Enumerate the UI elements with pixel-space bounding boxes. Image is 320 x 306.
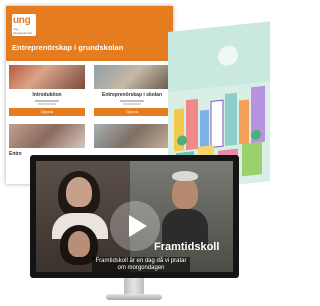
card-thumbnail xyxy=(94,124,170,148)
card-meta-line xyxy=(35,100,59,102)
person-face xyxy=(172,177,198,209)
card-thumbnail xyxy=(9,65,85,89)
monitor-stand-neck xyxy=(124,278,144,295)
video-player[interactable]: Framtidskoll Framtidskoll är en dag då v… xyxy=(36,161,233,272)
person-face xyxy=(66,177,92,207)
person-face xyxy=(68,231,90,257)
card-open-button[interactable]: Öppna xyxy=(94,108,170,116)
card-thumbnail xyxy=(9,124,85,148)
monitor-stand-base xyxy=(106,294,162,300)
course-page-header: ung ung företagsamhet Entreprenörskap i … xyxy=(6,6,173,61)
card-meta-line xyxy=(120,100,144,102)
play-icon[interactable] xyxy=(129,215,147,237)
video-caption: Framtidskoll är en dag då vi pratar om m… xyxy=(92,257,190,272)
card-thumbnail xyxy=(94,65,170,89)
course-title: Entreprenörskap i grundskolan xyxy=(12,43,124,52)
card-title: Entreprenörskap i skolan xyxy=(101,92,163,98)
card-open-button[interactable]: Öppna xyxy=(9,108,85,116)
monitor: Framtidskoll Framtidskoll är en dag då v… xyxy=(30,155,239,278)
person-hair xyxy=(172,171,198,181)
course-card-entreprenorskap: Entreprenörskap i skolan Öppna xyxy=(94,65,170,120)
logo-subtitle: ung företagsamhet xyxy=(13,27,33,35)
ung-logo: ung ung företagsamhet xyxy=(12,14,36,36)
card-meta-line xyxy=(38,103,56,105)
card-meta-line xyxy=(123,103,141,105)
logo-text: ung xyxy=(13,15,31,26)
card-title: Introduktion xyxy=(32,92,62,98)
course-card-introduktion: Introduktion Öppna xyxy=(9,65,85,120)
video-brand-title: Framtidskoll xyxy=(154,241,220,253)
